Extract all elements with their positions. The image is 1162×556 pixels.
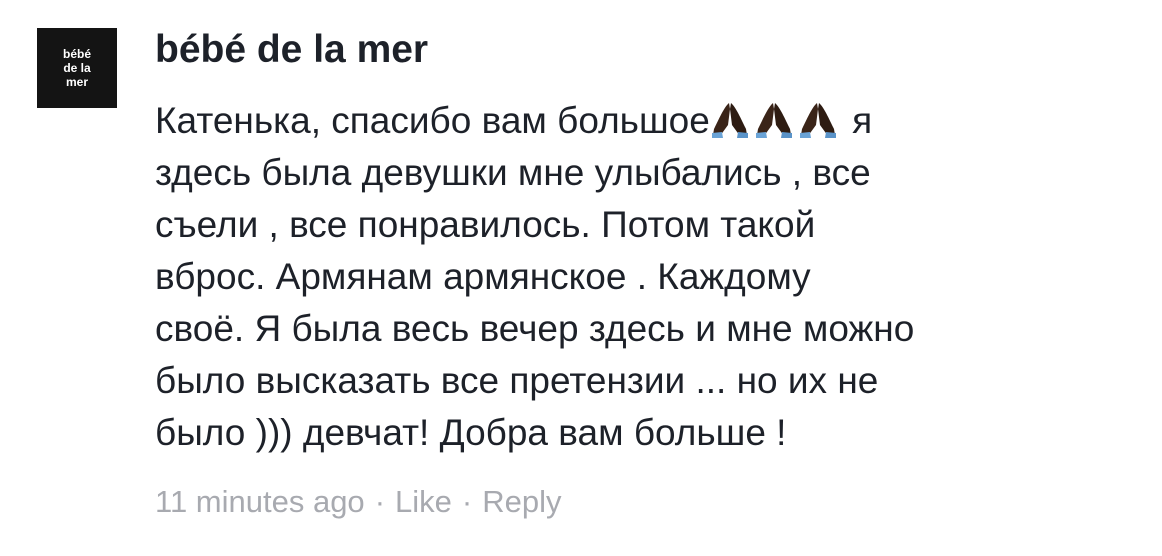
- reply-link[interactable]: Reply: [482, 484, 561, 519]
- avatar-text-line: mer: [65, 75, 88, 89]
- meta-separator: ·: [374, 484, 386, 519]
- avatar-text-line: bébé: [62, 47, 91, 61]
- comment-line: вброс. Армянам армянское . Каждому: [155, 256, 811, 297]
- meta-separator: ·: [461, 484, 473, 519]
- folded-hands-icon: [755, 103, 792, 138]
- comment-author[interactable]: bébé de la mer: [155, 27, 428, 73]
- timestamp[interactable]: 11 minutes ago: [155, 484, 365, 519]
- comment-line: здесь была девушки мне улыбались , все: [155, 152, 871, 193]
- comment-line: съели , все понравилось. Потом такой: [155, 204, 816, 245]
- comment-line: Катенька, спасибо вам большое я: [155, 95, 1145, 147]
- comment-line: было ))) девчат! Добра вам больше !: [155, 412, 787, 453]
- comment-meta: 11 minutes ago · Like · Reply: [155, 482, 561, 522]
- avatar-text-line: de la: [63, 61, 91, 75]
- comment-text: я: [841, 100, 873, 141]
- comment-line: было высказать все претензии ... но их н…: [155, 360, 879, 401]
- comment-body: Катенька, спасибо вам большое я здесь бы…: [155, 95, 1145, 459]
- folded-hands-icon: [711, 103, 748, 138]
- like-link[interactable]: Like: [395, 484, 452, 519]
- comment-text: Катенька, спасибо вам большое: [155, 100, 710, 141]
- avatar[interactable]: bébé de la mer: [37, 28, 117, 108]
- folded-hands-icon: [799, 103, 836, 138]
- comment-line: своё. Я была весь вечер здесь и мне можн…: [155, 308, 915, 349]
- comment: bébé de la mer bébé de la mer Катенька, …: [0, 0, 1162, 556]
